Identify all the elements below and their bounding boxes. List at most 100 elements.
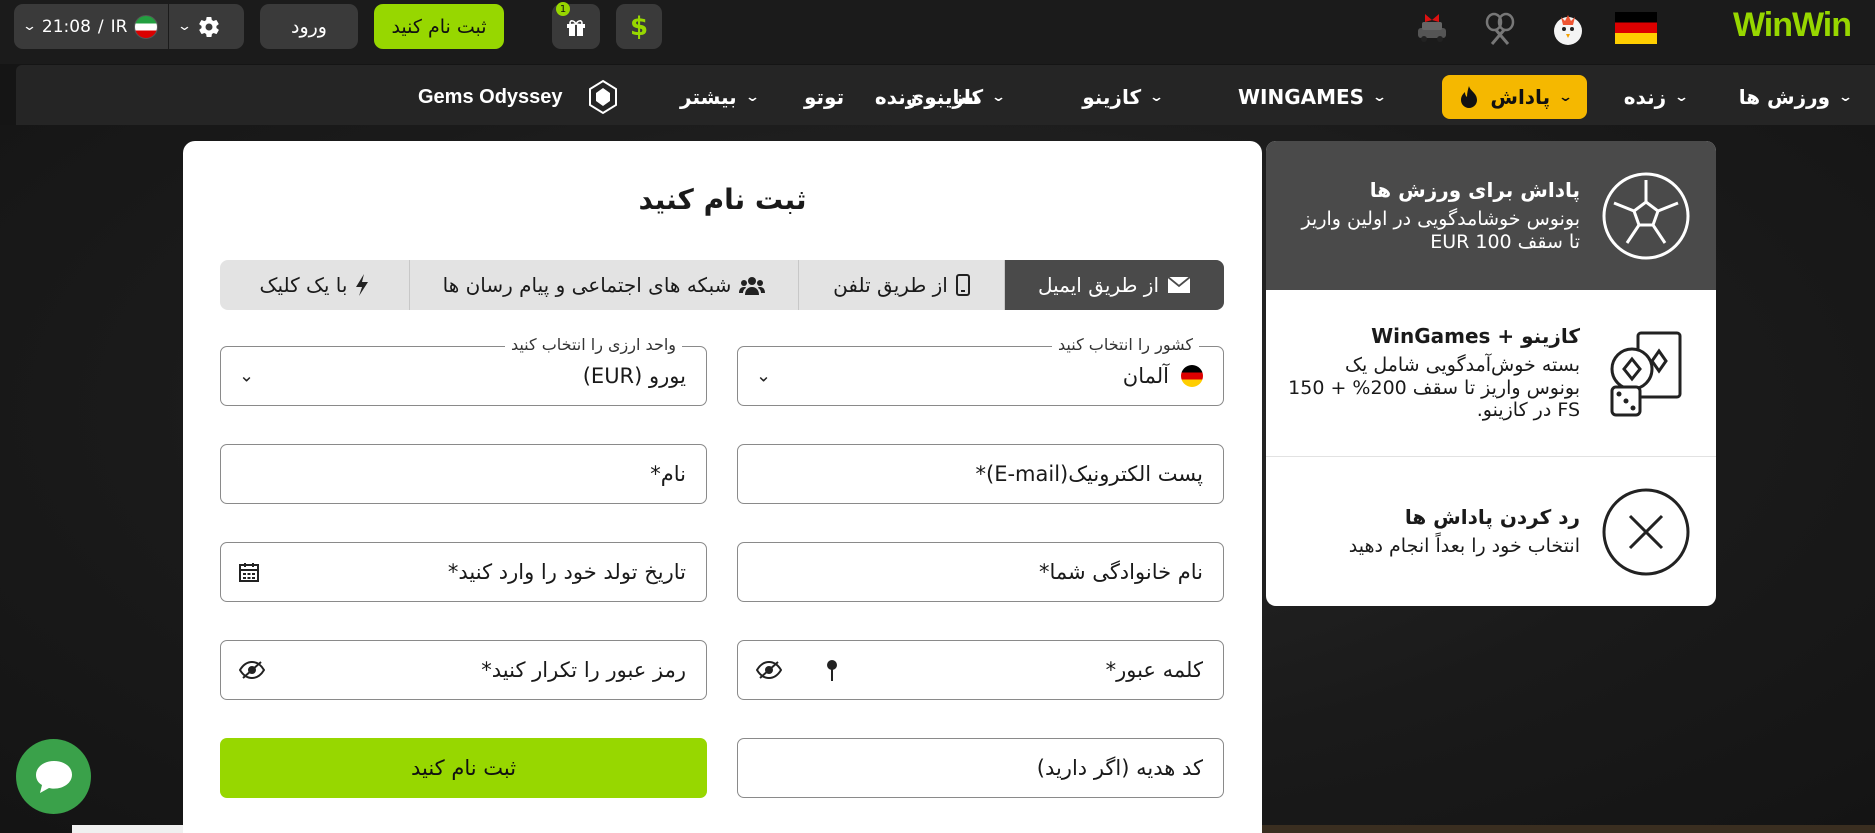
envelope-icon bbox=[1167, 276, 1191, 293]
password-field[interactable]: کلمه عبور* bbox=[737, 640, 1224, 700]
currency-legend: واحد ارزی را انتخاب کنید bbox=[504, 335, 682, 354]
currency-select[interactable]: واحد ارزی را انتخاب کنید ⌄ یورو (EUR) bbox=[220, 335, 707, 406]
soccer-ball-icon bbox=[1602, 172, 1690, 260]
nav-item-casino[interactable]: کازینو ⌄ bbox=[1082, 75, 1165, 119]
nav-item-toto[interactable]: توتو bbox=[804, 75, 844, 119]
chicken-mascot-icon[interactable] bbox=[1546, 6, 1590, 50]
brand-logo-text-green: Win bbox=[1791, 6, 1852, 44]
email-placeholder: پست الکترونیک(E-mail)* bbox=[975, 462, 1204, 486]
germany-flag-icon[interactable] bbox=[1614, 6, 1658, 50]
promo-code-field[interactable]: کد هدیه (اگر دارید) bbox=[737, 738, 1224, 798]
registration-form: ثبت نام کنید از طریق ایمیل از طریق تلفن … bbox=[183, 141, 1262, 833]
password-repeat-placeholder: رمز عبور را تکرار کنید* bbox=[481, 658, 686, 682]
bonus-description: بسته خوش‌آمدگویی شامل یک بونوس واریز تا … bbox=[1288, 354, 1580, 422]
eye-slash-icon[interactable] bbox=[239, 660, 265, 680]
first-name-field[interactable]: نام* bbox=[220, 444, 707, 504]
brand-logo-text-white: Win bbox=[1732, 6, 1793, 44]
close-circle-icon bbox=[1602, 488, 1690, 576]
bonus-title: رد کردن پاداش ها bbox=[1404, 505, 1580, 530]
fire-icon bbox=[1461, 86, 1478, 108]
main-navigation: ورزش ها ⌄ زنده ⌄ پاداش ⌄ WINGAMES ⌄ کازی… bbox=[16, 65, 1875, 125]
chat-bubble-icon bbox=[35, 760, 72, 793]
nav-item-wingames[interactable]: WINGAMES ⌄ bbox=[1238, 75, 1388, 119]
nav-item-cyber[interactable]: سایبری bbox=[906, 75, 980, 119]
iran-flag-icon bbox=[134, 14, 159, 39]
nav-item-label: ورزش ها bbox=[1738, 85, 1831, 109]
deposit-button[interactable]: $ bbox=[616, 4, 662, 49]
chevron-down-icon: ⌄ bbox=[744, 89, 760, 105]
gift-button[interactable]: 1 bbox=[552, 2, 600, 49]
users-icon bbox=[739, 277, 766, 295]
cards-dice-icon bbox=[1602, 329, 1690, 417]
bonus-option-sports[interactable]: پاداش برای ورزش ها بونوس خوشامدگویی در ا… bbox=[1266, 141, 1716, 290]
bonus-option-decline[interactable]: رد کردن پاداش ها انتخاب خود را بعداً انج… bbox=[1266, 457, 1716, 606]
birthdate-field[interactable]: تاریخ تولد خود را وارد کنید* bbox=[220, 542, 707, 602]
country-select[interactable]: کشور را انتخاب کنید ⌄ آلمان bbox=[737, 335, 1224, 406]
currency-value: یورو (EUR) bbox=[582, 364, 686, 388]
chevron-down-icon: ⌄ bbox=[1371, 89, 1388, 105]
mobile-phone-icon bbox=[955, 274, 970, 296]
key-hint-icon bbox=[827, 660, 837, 681]
tab-phone[interactable]: از طریق تلفن bbox=[798, 260, 1004, 310]
email-field[interactable]: پست الکترونیک(E-mail)* bbox=[737, 444, 1224, 504]
tab-email[interactable]: از طریق ایمیل bbox=[1004, 260, 1224, 310]
chevron-down-icon: ⌄ bbox=[1148, 89, 1165, 105]
bonus-option-casino[interactable]: کازینو + WinGames بسته خوش‌آمدگویی شامل … bbox=[1266, 290, 1716, 456]
nav-item-label: پاداش bbox=[1490, 85, 1551, 109]
gift-count-badge: 1 bbox=[556, 2, 570, 16]
tab-label: شبکه های اجتماعی و پیام رسان ها bbox=[442, 273, 732, 297]
nav-item-label: توتو bbox=[804, 85, 845, 109]
birthdate-placeholder: تاریخ تولد خود را وارد کنید* bbox=[447, 560, 686, 584]
tab-label: با یک کلیک bbox=[259, 273, 348, 297]
nav-item-live[interactable]: زنده ⌄ bbox=[1623, 75, 1690, 119]
nav-item-sports[interactable]: ورزش ها ⌄ bbox=[1738, 75, 1854, 119]
nav-item-more[interactable]: بیشتر ⌄ bbox=[680, 75, 760, 119]
locale-selector[interactable]: ⌄ 21:08 / IR ⌄ bbox=[14, 4, 244, 49]
bonus-title: پاداش برای ورزش ها bbox=[1369, 178, 1580, 203]
login-button[interactable]: ورود bbox=[260, 4, 358, 49]
chevron-down-icon: ⌄ bbox=[239, 365, 255, 387]
chevron-down-icon: ⌄ bbox=[1837, 89, 1854, 105]
eye-slash-icon[interactable] bbox=[756, 660, 782, 680]
first-name-placeholder: نام* bbox=[650, 462, 686, 486]
registration-tabs: از طریق ایمیل از طریق تلفن شبکه های اجتم… bbox=[220, 260, 1224, 310]
locale-separator: / bbox=[97, 16, 104, 37]
register-button[interactable]: ثبت نام کنید bbox=[374, 4, 504, 49]
gem-icon bbox=[588, 79, 617, 115]
bonus-description: انتخاب خود را بعداً انجام دهید bbox=[1348, 535, 1580, 558]
car-gift-icon[interactable] bbox=[1410, 6, 1454, 50]
nav-item-label: Gems Odyssey bbox=[418, 85, 563, 108]
chevron-down-icon: ⌄ bbox=[1557, 89, 1574, 105]
country-value: آلمان bbox=[1122, 364, 1169, 388]
nav-item-label: زنده bbox=[1623, 85, 1667, 109]
bonus-title: کازینو + WinGames bbox=[1371, 324, 1580, 349]
chevron-down-icon: ⌄ bbox=[1673, 89, 1690, 105]
last-name-placeholder: نام خانوادگی شما* bbox=[1039, 560, 1203, 584]
password-placeholder: کلمه عبور* bbox=[1105, 658, 1203, 682]
tab-one-click[interactable]: با یک کلیک bbox=[220, 260, 409, 310]
nav-item-gems-odyssey[interactable]: Gems Odyssey bbox=[418, 75, 623, 119]
tennis-rackets-icon[interactable] bbox=[1478, 6, 1522, 50]
last-name-field[interactable]: نام خانوادگی شما* bbox=[737, 542, 1224, 602]
nav-item-label: کازینو bbox=[1082, 85, 1142, 109]
settings-button[interactable]: ⌄ bbox=[169, 4, 231, 49]
nav-item-label: سایبری bbox=[906, 85, 980, 109]
time-locale[interactable]: ⌄ 21:08 / IR bbox=[14, 4, 168, 49]
tab-social[interactable]: شبکه های اجتماعی و پیام رسان ها bbox=[409, 260, 798, 310]
brand-logo[interactable]: WinWin bbox=[1732, 6, 1852, 45]
tab-label: از طریق ایمیل bbox=[1038, 273, 1159, 297]
nav-item-bonus[interactable]: پاداش ⌄ bbox=[1442, 75, 1587, 119]
dollar-icon: $ bbox=[629, 11, 649, 42]
register-submit-button[interactable]: ثبت نام کنید bbox=[220, 738, 707, 798]
promo-code-placeholder: کد هدیه (اگر دارید) bbox=[1036, 756, 1203, 780]
gift-icon bbox=[567, 19, 585, 36]
live-chat-button[interactable] bbox=[16, 739, 91, 814]
bonus-description: بونوس خوشامدگویی در اولین واریز تا سقف 1… bbox=[1301, 208, 1580, 253]
lightning-icon bbox=[356, 274, 369, 296]
password-repeat-field[interactable]: رمز عبور را تکرار کنید* bbox=[220, 640, 707, 700]
bonus-selection-panel: پاداش برای ورزش ها بونوس خوشامدگویی در ا… bbox=[1266, 141, 1716, 606]
country-legend: کشور را انتخاب کنید bbox=[1052, 335, 1199, 354]
germany-flag-icon bbox=[1181, 365, 1203, 387]
chevron-down-icon: ⌄ bbox=[990, 89, 1007, 105]
calendar-icon[interactable] bbox=[239, 562, 259, 582]
